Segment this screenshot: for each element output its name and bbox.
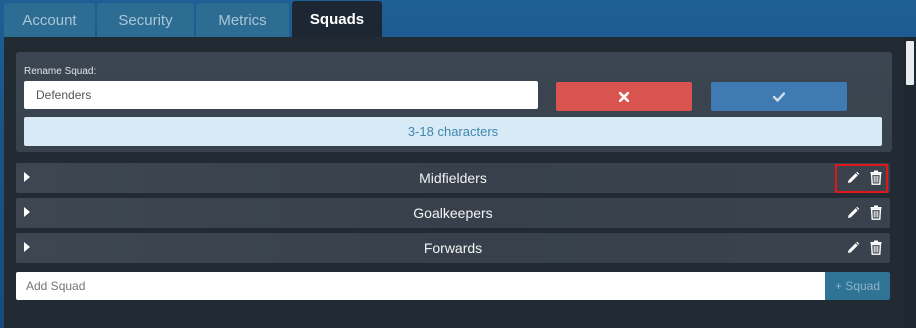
pencil-icon[interactable] xyxy=(846,206,860,220)
scrollbar[interactable] xyxy=(904,37,916,328)
cancel-rename-button[interactable] xyxy=(556,82,692,111)
squad-name: Goalkeepers xyxy=(413,205,493,221)
pencil-icon[interactable] xyxy=(846,241,860,255)
confirm-rename-button[interactable] xyxy=(711,82,847,111)
tab-account-label: Account xyxy=(22,11,77,29)
tab-account[interactable]: Account xyxy=(4,3,95,37)
squad-name: Forwards xyxy=(423,240,483,256)
tab-metrics[interactable]: Metrics xyxy=(196,3,289,37)
rename-hint: 3-18 characters xyxy=(24,117,882,146)
tab-security-label: Security xyxy=(118,11,173,29)
check-icon xyxy=(773,91,785,102)
tab-squads[interactable]: Squads xyxy=(292,1,382,37)
tab-squads-label: Squads xyxy=(309,10,365,28)
times-icon xyxy=(619,91,629,102)
squad-row-goalkeepers[interactable]: Goalkeepers xyxy=(16,198,890,228)
squad-name: Midfielders xyxy=(419,170,487,186)
highlight-box xyxy=(835,164,888,193)
squad-row-forwards[interactable]: Forwards xyxy=(16,233,890,263)
add-squad-input[interactable] xyxy=(16,272,826,300)
tab-bar: Account Security Metrics Squads xyxy=(0,0,916,37)
squad-row-midfielders[interactable]: Midfielders xyxy=(16,163,890,193)
squads-panel: Rename Squad: 3-18 characters Midfielder… xyxy=(4,37,904,328)
add-squad-button[interactable]: + Squad xyxy=(825,272,890,300)
rename-squad-form: Rename Squad: 3-18 characters xyxy=(16,52,892,152)
rename-squad-label: Rename Squad: xyxy=(24,66,97,77)
trash-icon[interactable] xyxy=(870,240,882,255)
trash-icon[interactable] xyxy=(870,205,882,220)
tab-security[interactable]: Security xyxy=(97,3,194,37)
rename-squad-input[interactable] xyxy=(24,81,538,109)
scrollbar-thumb[interactable] xyxy=(906,41,914,85)
tab-metrics-label: Metrics xyxy=(218,11,267,29)
